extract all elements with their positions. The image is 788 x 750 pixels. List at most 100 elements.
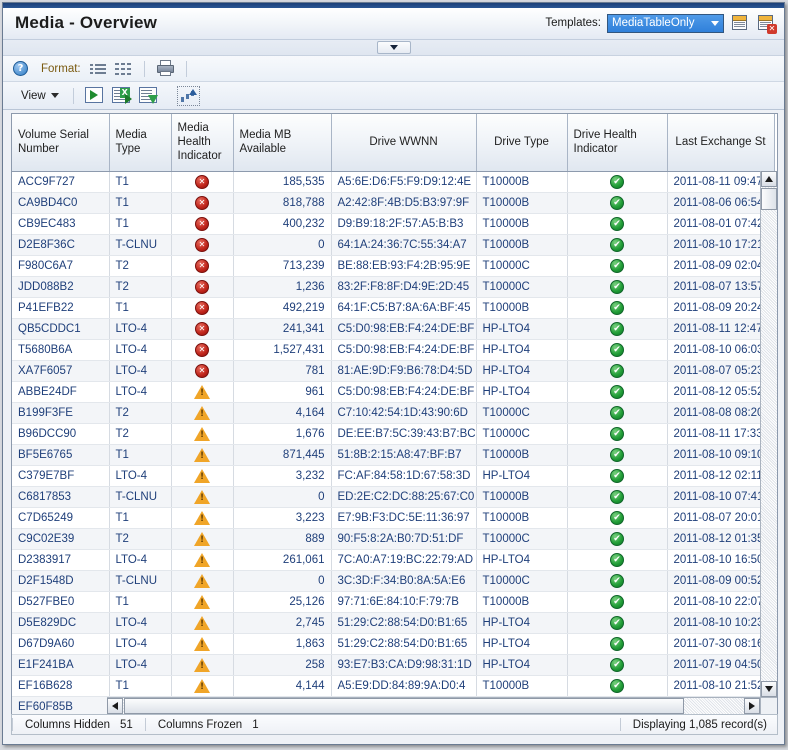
save-template-icon[interactable] — [730, 13, 750, 33]
cell-drive-type: HP-LTO4 — [476, 549, 568, 571]
cell-last-exchange-status: 2011-08-10 07:41: — [667, 486, 775, 508]
column-header-volume-serial-number[interactable]: Volume Serial Number — [12, 114, 110, 172]
cell-media-health-indicator — [171, 486, 234, 508]
table-row[interactable]: C7D65249T1 3,223E7:9B:F3:DC:5E:11:36:97T1… — [12, 507, 775, 529]
table-row[interactable]: JDD088B2T2 1,23683:2F:F8:8F:D4:9E:2D:45T1… — [12, 276, 775, 298]
cell-media-health-indicator — [171, 318, 234, 340]
table-row[interactable]: P41EFB22T1 492,21964:1F:C5:B7:8A:6A:BF:45… — [12, 297, 775, 319]
scroll-left-button[interactable] — [107, 698, 123, 714]
help-icon[interactable]: ? — [13, 61, 28, 76]
cell-last-exchange-status: 2011-08-10 21:52: — [667, 675, 775, 697]
cell-last-exchange-status: 2011-08-07 05:23: — [667, 360, 775, 382]
table-row[interactable]: F980C6A7T2 713,239BE:88:EB:93:F4:2B:95:9E… — [12, 255, 775, 277]
cell-media-mb-available: 400,232 — [233, 213, 332, 235]
warning-badge-icon — [194, 636, 210, 651]
vertical-scroll-thumb[interactable] — [761, 188, 777, 210]
cell-volume-serial-number: D527FBE0 — [12, 591, 110, 613]
column-header-drive-type[interactable]: Drive Type — [476, 114, 568, 172]
cell-drive-type: T10000C — [476, 255, 568, 277]
warning-badge-icon — [194, 510, 210, 525]
cell-drive-health-indicator — [567, 255, 668, 277]
success-badge-icon — [610, 216, 624, 231]
templates-dropdown[interactable]: MediaTableOnly — [607, 13, 724, 33]
table-row[interactable]: D5E829DCLTO-4 2,74551:29:C2:88:54:D0:B1:6… — [12, 612, 775, 634]
cell-volume-serial-number: C379E7BF — [12, 465, 110, 487]
column-header-media-health-indicator[interactable]: Media Health Indicator — [171, 114, 234, 172]
cell-media-type: T2 — [109, 255, 172, 277]
delete-template-icon[interactable]: ✕ — [756, 13, 777, 34]
warning-badge-icon — [194, 594, 210, 609]
error-badge-icon — [195, 216, 209, 231]
table-row[interactable]: ABBE24DFLTO-4 961C5:D0:98:EB:F4:24:DE:BFH… — [12, 381, 775, 403]
error-badge-icon — [195, 237, 209, 252]
application-window: Media - Overview Templates: MediaTableOn… — [0, 0, 788, 750]
cell-drive-type: HP-LTO4 — [476, 360, 568, 382]
cell-last-exchange-status: 2011-08-11 17:33: — [667, 423, 775, 445]
cell-media-health-indicator — [171, 675, 234, 697]
table-row[interactable]: T5680B6ALTO-4 1,527,431C5:D0:98:EB:F4:24:… — [12, 339, 775, 361]
detail-view-icon[interactable] — [114, 61, 133, 77]
table-row[interactable]: C379E7BFLTO-4 3,232FC:AF:84:58:1D:67:58:3… — [12, 465, 775, 487]
table-row[interactable]: D2F1548DT-CLNU 03C:3D:F:34:B0:8A:5A:E6T10… — [12, 570, 775, 592]
view-menu-button[interactable]: View — [17, 88, 63, 104]
cell-drive-health-indicator — [567, 507, 668, 529]
table-row[interactable]: B96DCC90T2 1,676DE:EE:B7:5C:39:43:B7:BCT1… — [12, 423, 775, 445]
cell-volume-serial-number: C6817853 — [12, 486, 110, 508]
cell-media-health-indicator — [171, 381, 234, 403]
table-row[interactable]: B199F3FET2 4,164C7:10:42:54:1D:43:90:6DT1… — [12, 402, 775, 424]
detach-table-icon[interactable] — [176, 85, 200, 106]
error-badge-icon — [195, 258, 209, 273]
collapse-panel-button[interactable] — [377, 41, 411, 54]
cell-media-health-indicator — [171, 360, 234, 382]
column-header-media-type[interactable]: Media Type — [109, 114, 172, 172]
warning-badge-icon — [194, 552, 210, 567]
scroll-up-button[interactable] — [761, 171, 777, 187]
cell-volume-serial-number: ACC9F727 — [12, 171, 110, 193]
cell-media-type: T1 — [109, 591, 172, 613]
table-row[interactable]: C6817853T-CLNU 0ED:2E:C2:DC:88:25:67:C0T1… — [12, 486, 775, 508]
table-row[interactable]: CB9EC483T1 400,232D9:B9:18:2F:57:A5:B:B3T… — [12, 213, 775, 235]
warning-badge-icon — [194, 405, 210, 420]
cell-last-exchange-status: 2011-08-06 06:54: — [667, 192, 775, 214]
table-row[interactable]: C9C02E39T2 88990:F5:8:2A:B0:7D:51:DFT1000… — [12, 528, 775, 550]
table-row[interactable]: CA9BD4C0T1 818,788A2:42:8F:4B:D5:B3:97:9F… — [12, 192, 775, 214]
scroll-right-button[interactable] — [744, 698, 760, 714]
cell-media-type: T1 — [109, 192, 172, 214]
table-row[interactable]: EF16B628T1 4,144A5:E9:DD:84:89:9A:D0:4T10… — [12, 675, 775, 697]
printer-icon[interactable] — [156, 60, 175, 77]
scroll-down-button[interactable] — [761, 681, 777, 697]
export-to-excel-icon[interactable]: X — [111, 86, 132, 105]
warning-badge-icon — [194, 489, 210, 504]
horizontal-scroll-thumb[interactable] — [124, 698, 684, 714]
table-row[interactable]: D67D9A60LTO-4 1,86351:29:C2:88:54:D0:B1:6… — [12, 633, 775, 655]
table-horizontal-scrollbar[interactable] — [107, 697, 760, 714]
column-header-media-mb-available[interactable]: Media MB Available — [233, 114, 332, 172]
table-row[interactable]: ACC9F727T1 185,535A5:6E:D6:F5:F9:D9:12:4E… — [12, 171, 775, 193]
cell-volume-serial-number: F980C6A7 — [12, 255, 110, 277]
column-header-drive-wwnn[interactable]: Drive WWNN — [331, 114, 477, 172]
warning-badge-icon — [194, 531, 210, 546]
column-header-drive-health-indicator[interactable]: Drive Health Indicator — [567, 114, 668, 172]
success-badge-icon — [610, 237, 624, 252]
table-row[interactable]: E1F241BALTO-4 25893:E7:B3:CA:D9:98:31:1DH… — [12, 654, 775, 676]
table-vertical-scrollbar[interactable] — [760, 171, 777, 697]
table-row[interactable]: QB5CDDC1LTO-4 241,341C5:D0:98:EB:F4:24:DE… — [12, 318, 775, 340]
cell-drive-health-indicator — [567, 192, 668, 214]
columns-hidden-status: Columns Hidden 51 — [13, 719, 145, 731]
cell-drive-wwnn: 90:F5:8:2A:B0:7D:51:DF — [331, 528, 477, 550]
run-query-icon[interactable] — [84, 86, 105, 105]
list-view-icon[interactable] — [89, 61, 108, 77]
close-icon: ✕ — [767, 24, 777, 34]
table-row[interactable]: D2E8F36CT-CLNU 064:1A:24:36:7C:55:34:A7T1… — [12, 234, 775, 256]
table-row[interactable]: D527FBE0T1 25,12697:71:6E:84:10:F:79:7BT1… — [12, 591, 775, 613]
table-row[interactable]: BF5E6765T1 871,44551:8B:2:15:A8:47:BF:B7T… — [12, 444, 775, 466]
column-header-last-exchange-status[interactable]: Last Exchange St — [667, 114, 775, 172]
query-filter-icon[interactable] — [138, 86, 159, 105]
table-row[interactable]: D2383917LTO-4 261,0617C:A0:A7:19:BC:22:79… — [12, 549, 775, 571]
cell-drive-wwnn: 7C:A0:A7:19:BC:22:79:AD — [331, 549, 477, 571]
success-badge-icon — [610, 678, 624, 693]
cell-media-mb-available: 871,445 — [233, 444, 332, 466]
error-badge-icon — [195, 195, 209, 210]
cell-last-exchange-status: 2011-08-07 20:01: — [667, 507, 775, 529]
table-row[interactable]: XA7F6057LTO-4 78181:AE:9D:F9:B6:78:D4:5DH… — [12, 360, 775, 382]
